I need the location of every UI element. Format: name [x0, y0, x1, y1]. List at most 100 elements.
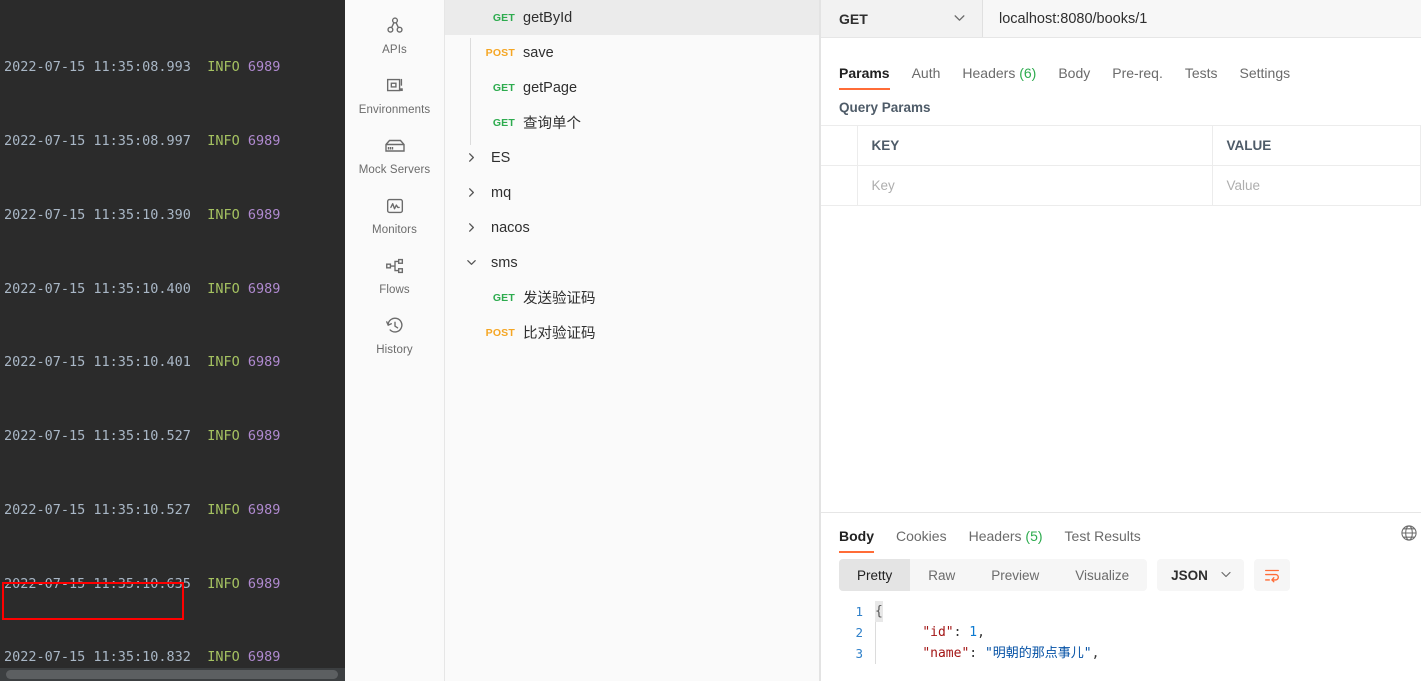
log-level: INFO	[207, 501, 240, 518]
column-header-value: VALUE	[1212, 125, 1421, 166]
table-header-row: KEY VALUE	[821, 125, 1421, 166]
wrap-lines-icon[interactable]	[1253, 559, 1290, 591]
tree-folder-es[interactable]: ES	[445, 140, 819, 175]
json-trailing: ,	[977, 625, 985, 640]
view-mode-raw[interactable]: Raw	[910, 559, 973, 591]
folder-name: mq	[491, 184, 512, 201]
code-line: 2 "id": 1,	[821, 622, 1421, 643]
tab-count: (5)	[1025, 528, 1043, 544]
tree-request-send-code[interactable]: GET 发送验证码	[445, 280, 819, 315]
tree-request-query-single[interactable]: GET 查询单个	[445, 105, 819, 140]
log-pid: 6989	[247, 59, 281, 76]
tab-auth[interactable]: Auth	[912, 65, 941, 90]
log-timestamp: 2022-07-15 11:35:10.635	[4, 575, 191, 592]
response-format-select[interactable]: JSON	[1157, 559, 1244, 591]
code-line: 3 "name": "明朝的那点事儿",	[821, 643, 1421, 664]
tab-count: (6)	[1019, 65, 1037, 81]
terminal-horizontal-scrollbar[interactable]	[0, 668, 345, 681]
view-mode-label: Raw	[928, 567, 956, 583]
view-mode-pretty[interactable]: Pretty	[839, 559, 911, 591]
terminal-console[interactable]: 2022-07-15 11:35:08.993 INFO 6989 2022-0…	[0, 0, 345, 681]
tab-prerequest[interactable]: Pre-req.	[1112, 65, 1163, 90]
json-value: 1	[969, 625, 978, 640]
tab-label: Headers	[962, 65, 1016, 81]
sidebar-item-label: Mock Servers	[358, 164, 431, 176]
request-name: 查询单个	[523, 116, 581, 132]
http-method-select[interactable]: GET	[821, 0, 983, 37]
log-timestamp: 2022-07-15 11:35:10.832	[4, 649, 191, 666]
response-view-toolbar: Pretty Raw Preview Visualize JSON	[821, 553, 1421, 591]
param-key-input[interactable]: Key	[857, 165, 1213, 206]
mock-servers-icon	[382, 133, 408, 159]
row-checkbox-cell[interactable]	[821, 165, 858, 206]
log-pid: 6989	[247, 501, 281, 518]
request-method-badge: GET	[492, 291, 515, 304]
sidebar-item-history[interactable]: History	[345, 304, 445, 364]
log-timestamp: 2022-07-15 11:35:10.401	[4, 354, 191, 371]
json-separator: :	[953, 625, 970, 640]
sidebar-item-label: Environments	[358, 104, 431, 116]
tree-folder-mq[interactable]: mq	[445, 175, 819, 210]
tree-request-compare-code[interactable]: POST 比对验证码	[445, 315, 819, 350]
log-pid: 6989	[247, 354, 281, 371]
tree-request-getbyid[interactable]: GET getById	[445, 0, 819, 35]
param-value-input[interactable]: Value	[1212, 165, 1421, 206]
tab-label: Pre-req.	[1112, 65, 1163, 81]
tab-response-cookies[interactable]: Cookies	[896, 528, 947, 553]
url-bar: GET localhost:8080/books/1	[821, 0, 1421, 38]
view-mode-label: Visualize	[1075, 567, 1130, 583]
tree-folder-sms[interactable]: sms	[445, 245, 819, 280]
json-key: "name"	[922, 646, 970, 661]
tab-test-results[interactable]: Test Results	[1065, 528, 1141, 553]
log-timestamp: 2022-07-15 11:35:08.997	[4, 132, 191, 149]
sidebar-item-monitors[interactable]: Monitors	[345, 184, 445, 244]
log-line: 2022-07-15 11:35:08.993 INFO 6989	[4, 55, 345, 80]
collection-tree: GET getById POST save GET getPage GET 查询…	[445, 0, 820, 681]
log-timestamp: 2022-07-15 11:35:10.400	[4, 280, 191, 297]
tab-label: Test Results	[1064, 528, 1141, 544]
log-line: 2022-07-15 11:35:10.401 INFO 6989	[4, 350, 345, 375]
tab-settings[interactable]: Settings	[1240, 65, 1291, 90]
log-line: 2022-07-15 11:35:10.832 INFO 6989	[4, 645, 345, 670]
tab-response-headers[interactable]: Headers (5)	[969, 528, 1043, 553]
tab-params[interactable]: Params	[839, 65, 890, 90]
log-level: INFO	[207, 206, 240, 223]
log-pid: 6989	[247, 649, 281, 666]
tab-tests[interactable]: Tests	[1185, 65, 1218, 90]
tab-body[interactable]: Body	[1058, 65, 1090, 90]
response-body-code[interactable]: 1 { 2 "id": 1, 3 "name": "明朝的那点事儿",	[821, 601, 1421, 664]
log-pid: 6989	[247, 428, 281, 445]
log-level: INFO	[207, 59, 240, 76]
log-line: 2022-07-15 11:35:10.527 INFO 6989	[4, 498, 345, 523]
chevron-right-icon	[463, 185, 479, 201]
log-line: 2022-07-15 11:35:10.527 INFO 6989	[4, 424, 345, 449]
view-mode-preview[interactable]: Preview	[973, 559, 1057, 591]
tab-headers[interactable]: Headers (6)	[962, 65, 1036, 90]
column-header-key: KEY	[857, 125, 1213, 166]
log-timestamp: 2022-07-15 11:35:10.527	[4, 501, 191, 518]
query-params-table: KEY VALUE Key Value	[821, 125, 1421, 206]
json-value: "明朝的那点事儿"	[984, 646, 1092, 661]
request-method-badge: POST	[485, 46, 515, 59]
request-url-input[interactable]: localhost:8080/books/1	[983, 0, 1421, 37]
log-level: INFO	[207, 132, 240, 149]
sidebar-item-environments[interactable]: Environments	[345, 64, 445, 124]
sidebar-item-apis[interactable]: APIs	[345, 4, 445, 64]
response-format-value: JSON	[1171, 567, 1208, 583]
tab-response-body[interactable]: Body	[839, 528, 874, 553]
flows-icon	[382, 253, 408, 279]
tree-request-getpage[interactable]: GET getPage	[445, 70, 819, 105]
terminal-scrollbar-thumb[interactable]	[6, 670, 338, 679]
view-mode-visualize[interactable]: Visualize	[1057, 559, 1147, 591]
sidebar-item-flows[interactable]: Flows	[345, 244, 445, 304]
table-row[interactable]: Key Value	[821, 165, 1421, 206]
environments-icon	[382, 73, 408, 99]
line-number: 1	[855, 604, 863, 619]
log-timestamp: 2022-07-15 11:35:08.993	[4, 59, 191, 76]
tab-label: Auth	[911, 65, 941, 81]
tree-request-save[interactable]: POST save	[445, 35, 819, 70]
log-timestamp: 2022-07-15 11:35:10.390	[4, 206, 191, 223]
tree-folder-nacos[interactable]: nacos	[445, 210, 819, 245]
sidebar-item-mock-servers[interactable]: Mock Servers	[345, 124, 445, 184]
globe-icon[interactable]	[1399, 523, 1421, 545]
